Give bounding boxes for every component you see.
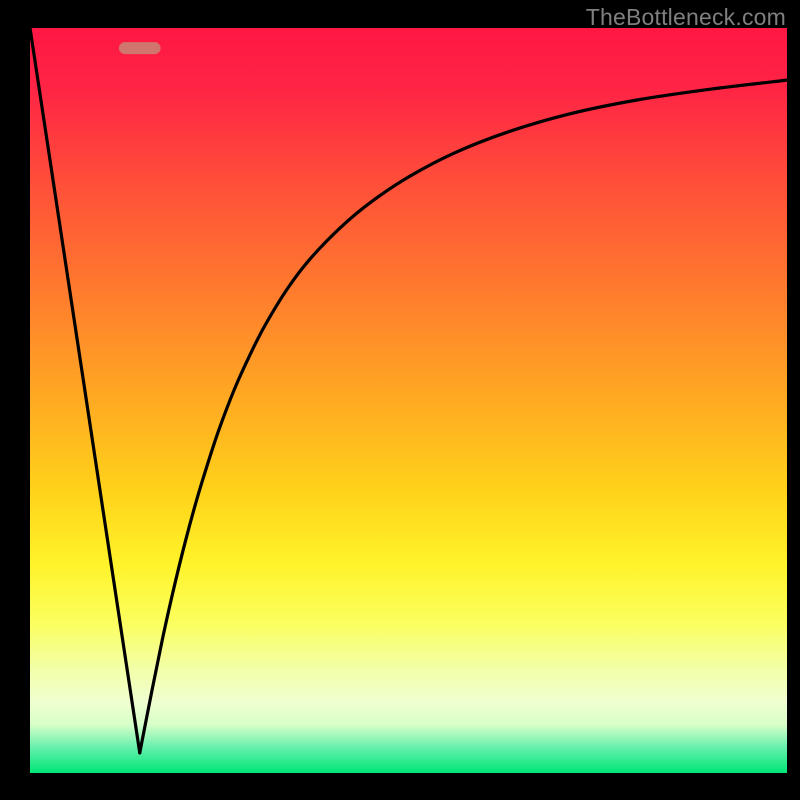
plot-svg	[30, 28, 787, 773]
plot-area	[30, 28, 787, 773]
outer-frame: TheBottleneck.com	[0, 0, 800, 800]
watermark-text: TheBottleneck.com	[586, 4, 786, 31]
vertex-marker	[119, 42, 161, 54]
gradient-background	[30, 28, 787, 773]
